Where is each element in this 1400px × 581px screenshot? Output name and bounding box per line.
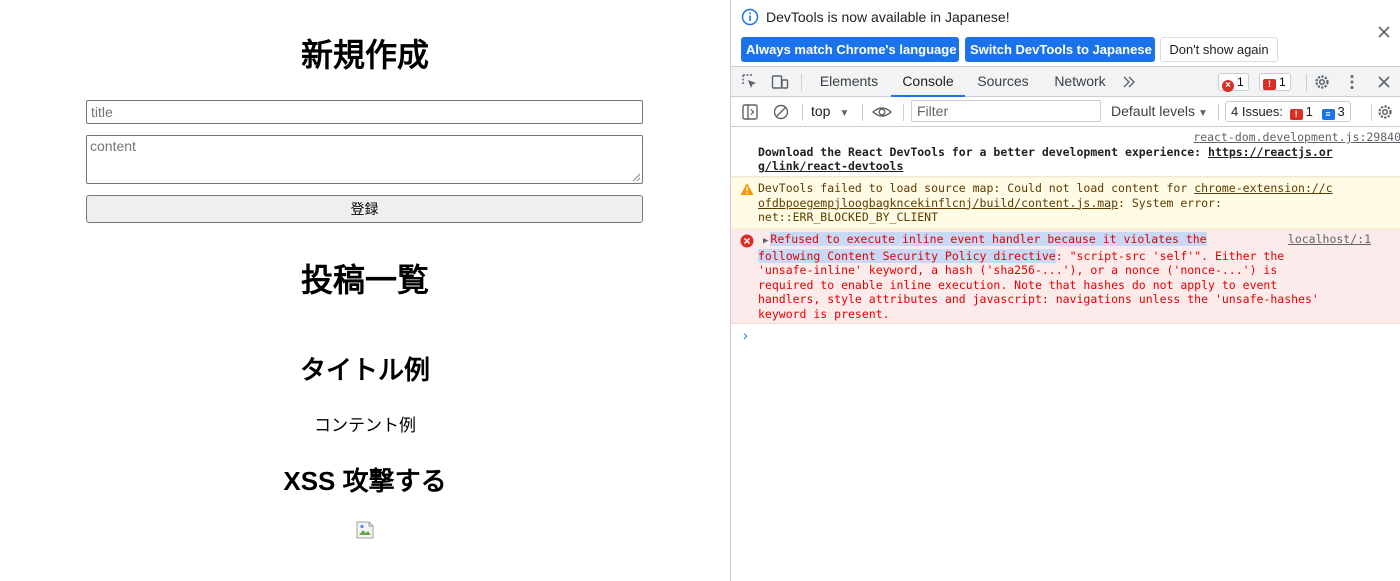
tab-console[interactable]: Console	[891, 67, 965, 97]
settings-icon[interactable]	[1313, 73, 1331, 91]
dropdown-arrow-icon: ▼	[839, 108, 850, 119]
source-link[interactable]: react-dom.development.js:29840	[1193, 130, 1400, 144]
divider	[903, 104, 904, 121]
issue-error-icon: !	[1289, 109, 1303, 120]
tab-sources[interactable]: Sources	[969, 67, 1037, 97]
filter-input[interactable]	[911, 100, 1101, 122]
infobar-message: DevTools is now available in Japanese!	[766, 9, 1010, 25]
post-content: コンテント例	[314, 416, 416, 435]
inspect-element-icon[interactable]	[741, 73, 759, 91]
close-devtools-icon[interactable]	[1375, 73, 1393, 91]
heading-new-post: 新規作成	[300, 37, 429, 73]
log-levels-dropdown[interactable]: Default levels ▼	[1111, 103, 1208, 119]
console-error-message: ▶ Refused to execute inline event handler…	[731, 229, 1400, 324]
tab-network[interactable]: Network	[1047, 67, 1113, 97]
source-map-link[interactable]: chrome-extension://c	[1194, 181, 1332, 195]
more-options-icon[interactable]	[1343, 73, 1361, 91]
console-prompt[interactable]: ›	[743, 327, 748, 343]
issues-button[interactable]: 4 Issues: ! 1 ≡ 3	[1225, 101, 1351, 122]
console-toolbar: top▼ Default levels▼ 4 Issues: !1 ≡3	[731, 97, 1400, 127]
broken-image-icon	[356, 521, 374, 539]
title-input[interactable]	[86, 100, 643, 124]
console-messages: react-dom.development.js:29840 Download …	[731, 127, 1400, 324]
issue-icon: !	[1263, 79, 1276, 90]
live-expression-eye-icon[interactable]	[871, 103, 893, 121]
error-icon: ×	[1222, 80, 1234, 92]
issues-count-badge[interactable]: ! 1	[1259, 73, 1291, 91]
react-devtools-link[interactable]: https://reactjs.or	[1208, 145, 1333, 159]
divider	[862, 104, 863, 121]
devtools-panel: DevTools is now available in Japanese! A…	[730, 0, 1400, 581]
expand-triangle-icon[interactable]: ▶	[763, 236, 768, 246]
error-count-badge[interactable]: × 1	[1218, 73, 1249, 92]
react-devtools-link-cont[interactable]: g/link/react-devtools	[758, 159, 903, 173]
console-settings-icon[interactable]	[1376, 103, 1394, 121]
more-tabs-icon[interactable]	[1120, 73, 1138, 91]
post-title: タイトル例	[299, 355, 430, 385]
device-toolbar-icon[interactable]	[771, 73, 789, 91]
divider	[801, 74, 802, 91]
divider	[1306, 74, 1307, 91]
issue-info-icon: ≡	[1321, 109, 1335, 120]
divider	[802, 104, 803, 121]
console-log-message: react-dom.development.js:29840 Download …	[731, 127, 1400, 177]
error-icon	[740, 234, 754, 248]
devtools-tabbar: Elements Console Sources Network × 1 ! 1	[731, 66, 1400, 97]
resize-grip-icon[interactable]	[632, 173, 641, 182]
clear-console-icon[interactable]	[772, 103, 790, 121]
context-selector[interactable]: top ▼	[811, 103, 849, 119]
heading-post-list: 投稿一覧	[300, 262, 429, 298]
source-map-link-cont[interactable]: ofdbpoegempjloogbagkncekinflcnj/build/co…	[758, 196, 1118, 210]
content-textarea[interactable]	[86, 135, 643, 184]
post-title: XSS 攻撃する	[283, 466, 447, 496]
dropdown-arrow-icon: ▼	[1198, 108, 1208, 119]
close-icon[interactable]	[1376, 24, 1392, 40]
app-page: 新規作成 登録 投稿一覧 タイトル例 コンテント例 XSS 攻撃する	[0, 0, 730, 581]
dont-show-again-button[interactable]: Don't show again	[1160, 37, 1278, 62]
always-match-language-button[interactable]: Always match Chrome's language	[741, 37, 959, 62]
divider	[1218, 104, 1219, 121]
sidebar-toggle-icon[interactable]	[741, 103, 759, 121]
console-warning-message: DevTools failed to load source map: Coul…	[731, 177, 1400, 229]
submit-button[interactable]: 登録	[86, 195, 643, 223]
switch-to-japanese-button[interactable]: Switch DevTools to Japanese	[965, 37, 1155, 62]
warning-icon	[740, 183, 754, 195]
divider	[1371, 104, 1372, 121]
language-infobar: DevTools is now available in Japanese! A…	[731, 0, 1400, 66]
source-link[interactable]: localhost/:1	[1288, 232, 1371, 247]
tab-elements[interactable]: Elements	[811, 67, 887, 97]
info-icon	[741, 8, 759, 26]
